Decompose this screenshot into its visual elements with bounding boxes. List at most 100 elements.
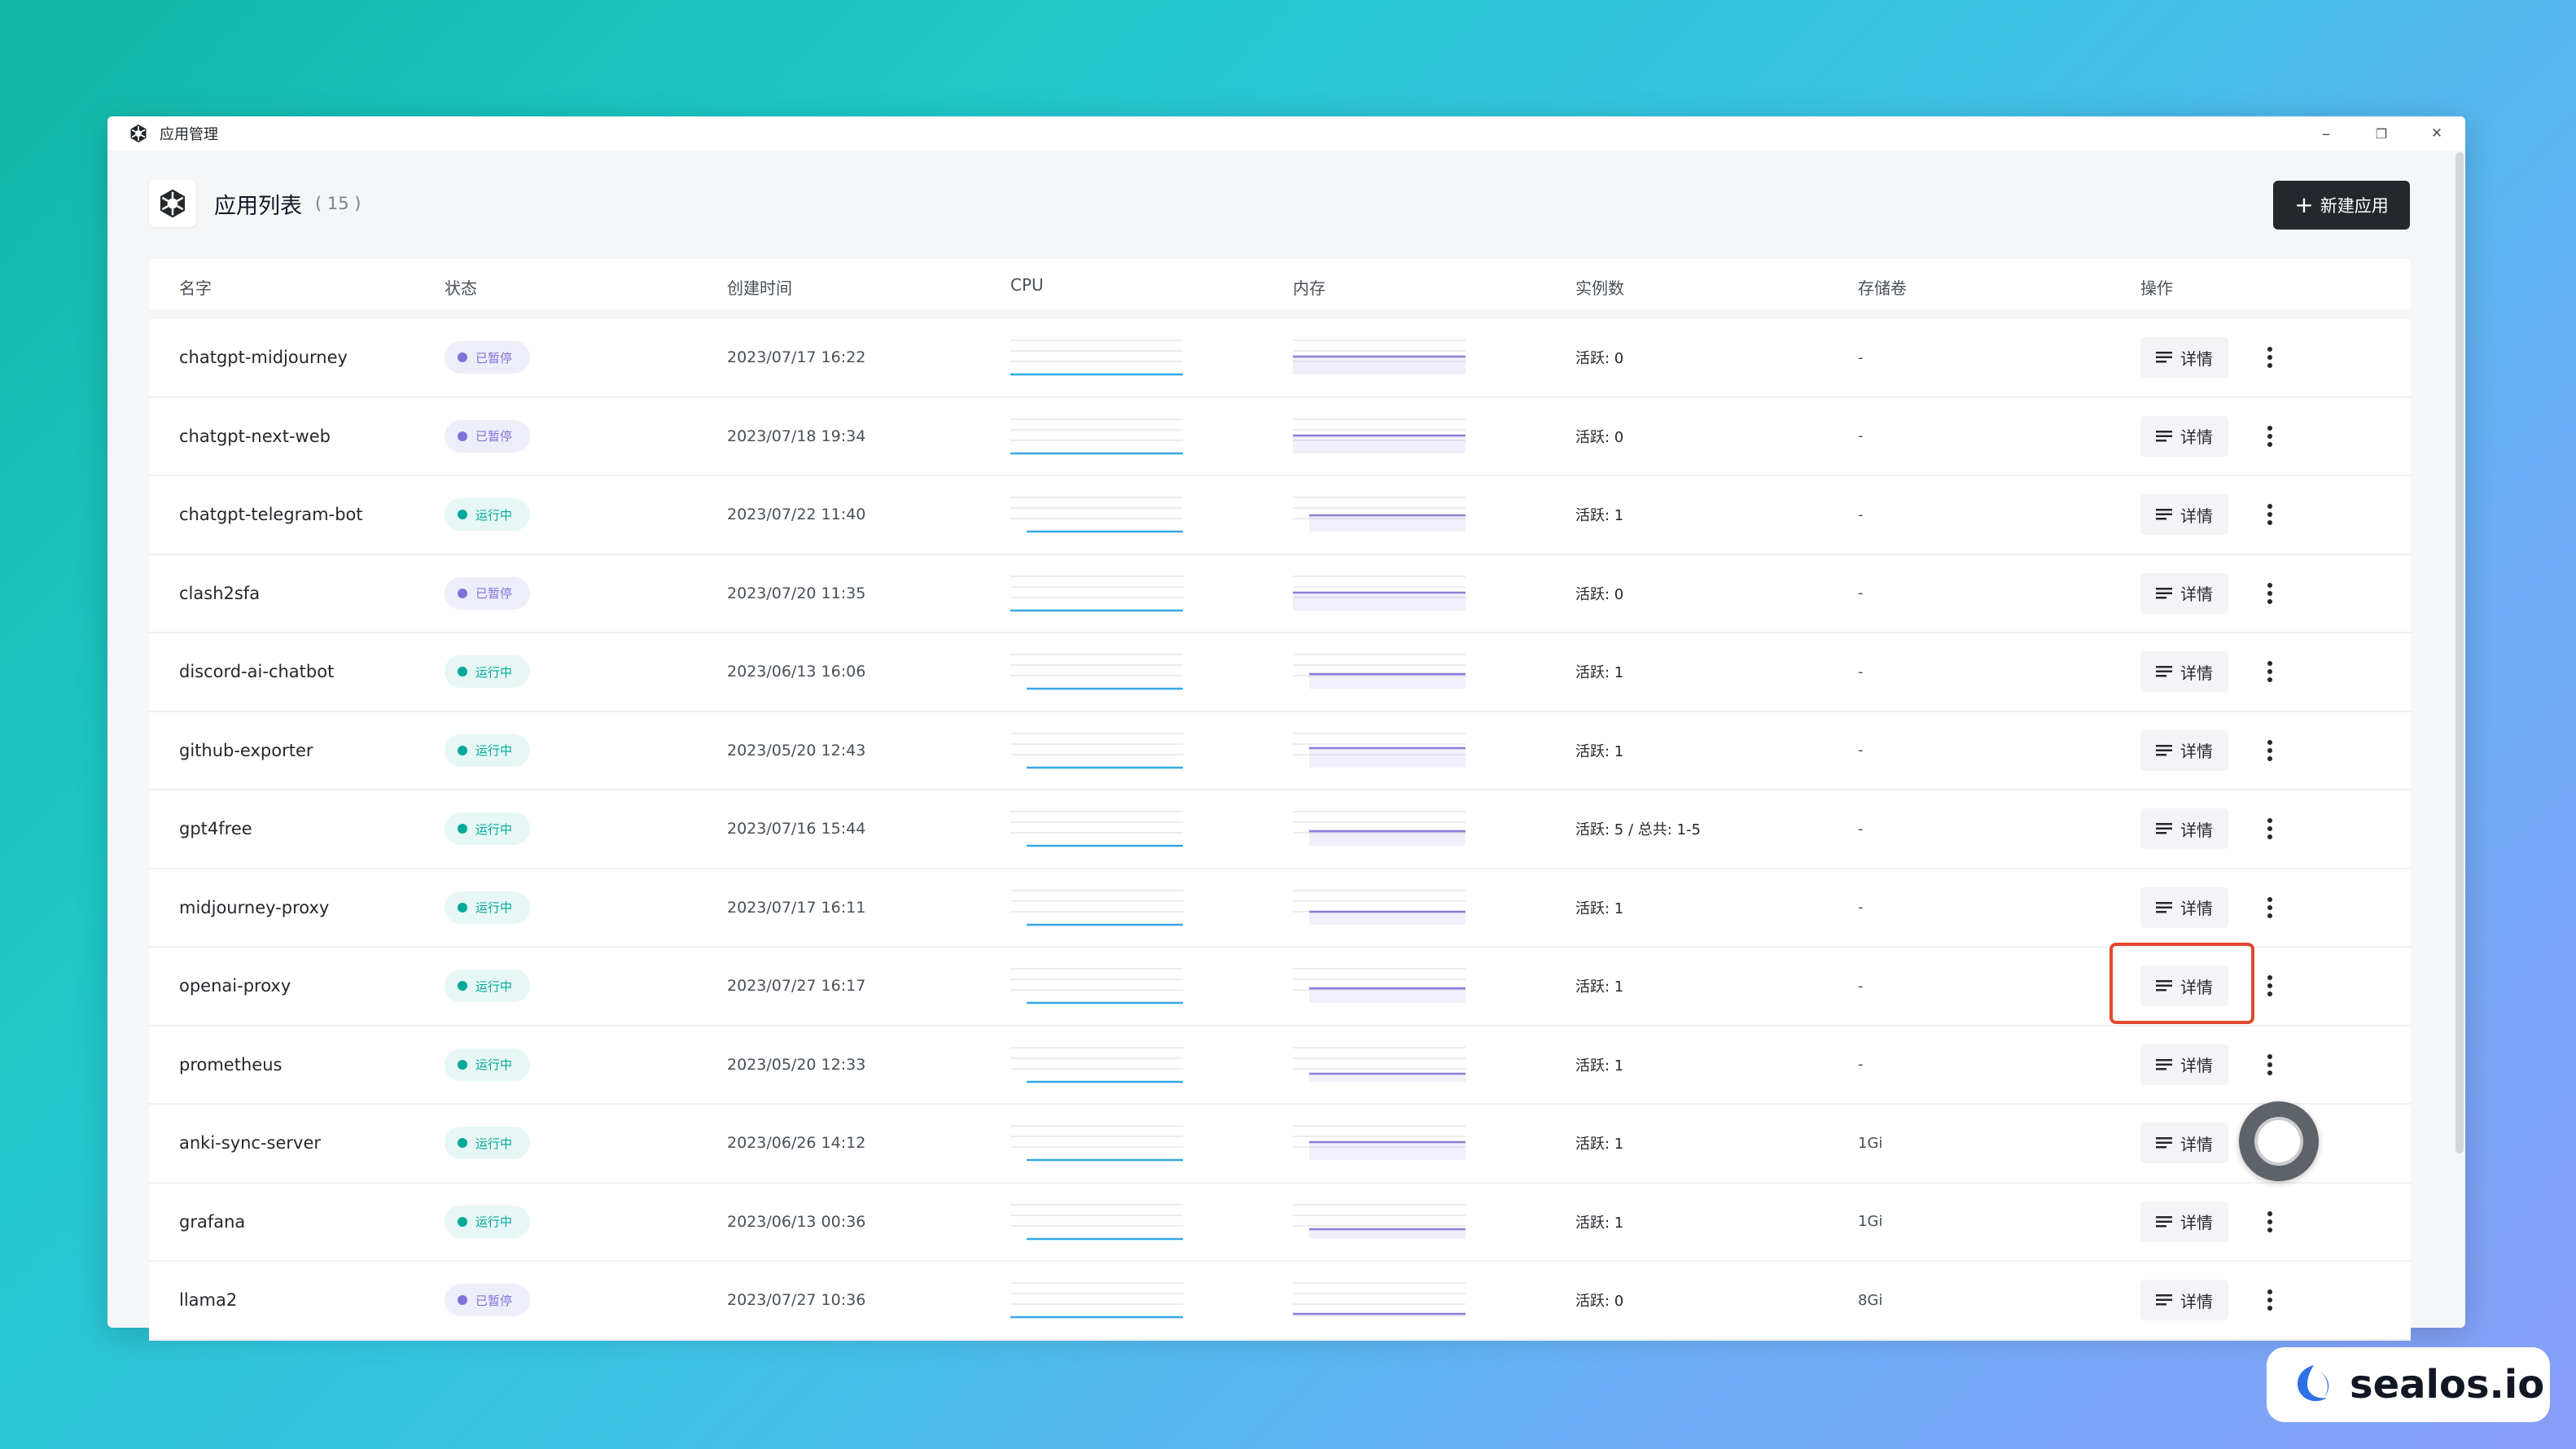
status-dot [458,902,467,913]
app-name[interactable]: anki-sync-server [179,1133,321,1153]
status-label: 已暂停 [475,586,513,602]
detail-button[interactable]: 详情 [2140,337,2228,379]
app-name[interactable]: discord-ai-chatbot [179,662,334,681]
close-button[interactable]: ✕ [2426,123,2447,144]
more-options-icon[interactable] [2258,734,2282,767]
status-dot [458,352,467,363]
cpu-sparkline [1010,339,1183,376]
memory-sparkline [1293,890,1465,925]
table-row[interactable]: chatgpt-telegram-bot 运行中 2023/07/22 11:4… [149,476,2411,555]
more-options-icon[interactable] [2258,341,2282,374]
detail-label: 详情 [2180,1291,2213,1311]
cpu-sparkline [1010,968,1183,1005]
status-label: 运行中 [475,1136,513,1151]
detail-label: 详情 [2180,584,2213,605]
detail-button[interactable]: 详情 [2140,1201,2228,1242]
column-header-storage: 存储卷 [1858,278,1907,298]
status-label: 运行中 [475,1057,513,1073]
scrollbar[interactable] [2456,152,2464,1154]
list-icon [2156,744,2172,757]
new-app-button[interactable]: + 新建应用 [2273,181,2410,230]
table-row[interactable]: openai-proxy 运行中 2023/07/27 16:17 活跃: 1 … [149,948,2411,1027]
app-name[interactable]: chatgpt-next-web [179,427,331,446]
status-badge: 运行中 [445,1205,531,1238]
app-name[interactable]: chatgpt-telegram-bot [179,505,363,524]
more-options-icon[interactable] [2258,655,2282,688]
storage-volume: - [1858,1056,1864,1074]
cpu-sparkline [1010,1047,1183,1083]
status-dot [458,667,467,677]
created-time: 2023/07/22 11:40 [727,506,866,524]
restore-button[interactable]: ❐ [2371,123,2392,144]
status-badge: 运行中 [445,970,531,1003]
detail-label: 详情 [2180,427,2213,448]
replica-count: 活跃: 0 [1575,350,1624,368]
memory-sparkline [1293,497,1465,532]
detail-button[interactable]: 详情 [2140,808,2228,850]
app-name[interactable]: gpt4free [179,819,252,838]
table-row[interactable]: gpt4free 运行中 2023/07/16 15:44 活跃: 5 / 总共… [149,790,2411,869]
app-name[interactable]: clash2sfa [179,584,260,603]
replica-count: 活跃: 1 [1575,1136,1624,1154]
created-time: 2023/07/20 11:35 [727,584,866,602]
more-options-icon[interactable] [2258,577,2282,610]
more-options-icon[interactable] [2258,1284,2282,1316]
detail-button[interactable]: 详情 [2140,1044,2228,1085]
detail-button[interactable]: 详情 [2140,415,2228,457]
cpu-sparkline [1010,576,1183,611]
memory-sparkline [1293,733,1465,768]
more-options-icon[interactable] [2258,1206,2282,1238]
detail-button[interactable]: 详情 [2140,651,2228,693]
more-options-icon[interactable] [2258,970,2282,1002]
app-name[interactable]: github-exporter [179,741,313,760]
detail-button[interactable]: 详情 [2140,965,2228,1007]
more-options-icon[interactable] [2258,498,2282,531]
table-row[interactable]: llama2 已暂停 2023/07/27 10:36 活跃: 0 8Gi 详情 [149,1262,2411,1341]
table-row[interactable]: discord-ai-chatbot 运行中 2023/06/13 16:06 … [149,633,2411,712]
table-row[interactable]: grafana 运行中 2023/06/13 00:36 活跃: 1 1Gi 详… [149,1184,2411,1262]
detail-label: 详情 [2180,899,2213,919]
more-options-icon[interactable] [2258,812,2282,845]
status-badge: 运行中 [445,498,531,532]
detail-button[interactable]: 详情 [2140,494,2228,536]
app-name[interactable]: chatgpt-midjourney [179,348,348,367]
detail-label: 详情 [2180,663,2213,683]
hexagon-logo-icon [160,189,186,218]
app-name[interactable]: midjourney-proxy [179,898,329,917]
table-row[interactable]: prometheus 运行中 2023/05/20 12:33 活跃: 1 - [149,1027,2411,1105]
app-name[interactable]: openai-proxy [179,976,291,996]
more-options-icon[interactable] [2258,891,2282,924]
replica-count: 活跃: 5 / 总共: 1-5 [1575,821,1701,839]
detail-button[interactable]: 详情 [2140,729,2228,771]
table-row[interactable]: clash2sfa 已暂停 2023/07/20 11:35 活跃: 0 - 详… [149,555,2411,633]
cpu-sparkline [1010,654,1183,690]
app-name[interactable]: llama2 [179,1290,237,1310]
cpu-sparkline [1010,811,1183,847]
status-badge: 已暂停 [445,419,531,453]
app-name[interactable]: prometheus [179,1055,282,1075]
minimize-button[interactable]: – [2315,123,2337,144]
table-row[interactable]: github-exporter 运行中 2023/05/20 12:43 活跃:… [149,712,2411,790]
cpu-sparkline [1010,733,1183,768]
detail-button[interactable]: 详情 [2140,572,2228,614]
table-row[interactable]: chatgpt-midjourney 已暂停 2023/07/17 16:22 … [149,319,2411,398]
memory-sparkline [1293,1047,1465,1082]
created-time: 2023/06/26 14:12 [727,1134,866,1153]
table-row[interactable]: anki-sync-server 运行中 2023/06/26 14:12 活跃… [149,1105,2411,1184]
more-options-icon[interactable] [2258,1048,2282,1081]
brand-badge: sealos.io [2267,1347,2550,1422]
detail-button[interactable]: 详情 [2140,1280,2228,1321]
detail-label: 详情 [2180,742,2213,762]
app-name[interactable]: grafana [179,1212,245,1232]
detail-button[interactable]: 详情 [2140,886,2228,928]
table-header: 名字 状态 创建时间 CPU 内存 实例数 存储卷 操作 [149,259,2411,309]
table-row[interactable]: midjourney-proxy 运行中 2023/07/17 16:11 活跃… [149,869,2411,948]
list-icon [2156,351,2172,364]
more-options-icon[interactable] [2258,420,2282,453]
storage-volume: - [1858,977,1864,995]
status-label: 已暂停 [475,429,513,444]
memory-sparkline [1293,576,1465,611]
detail-button[interactable]: 详情 [2140,1123,2228,1164]
storage-volume: - [1858,427,1864,445]
table-row[interactable]: chatgpt-next-web 已暂停 2023/07/18 19:34 活跃… [149,398,2411,476]
